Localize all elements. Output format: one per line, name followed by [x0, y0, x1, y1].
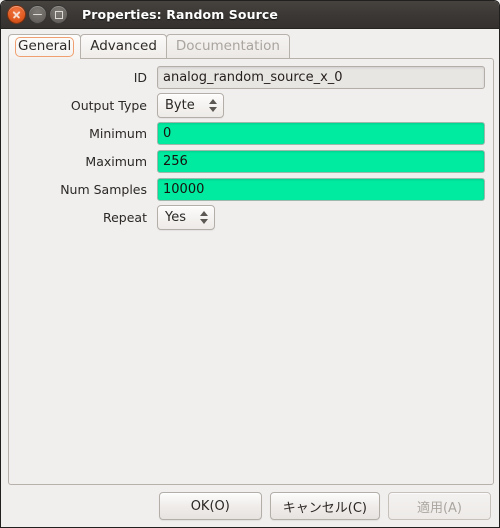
form-row-id: ID analog_random_source_x_0 — [9, 63, 493, 91]
tab-documentation: Documentation — [165, 34, 290, 59]
close-icon[interactable] — [7, 5, 26, 24]
label-maximum: Maximum — [85, 153, 147, 169]
apply-button: 適用(A) — [388, 492, 491, 520]
field-wrap-minimum: 0 — [157, 121, 493, 145]
arrow-down-icon[interactable] — [208, 106, 217, 112]
properties-dialog-window: Properties: Random Source General Advanc… — [0, 0, 500, 528]
tab-advanced[interactable]: Advanced — [80, 34, 167, 59]
form-row-maximum: Maximum 256 — [9, 147, 493, 175]
label-minimum: Minimum — [89, 125, 147, 141]
arrow-up-icon[interactable] — [200, 210, 208, 216]
label-id: ID — [133, 69, 147, 85]
label-num-samples: Num Samples — [60, 181, 147, 197]
maximum-input[interactable]: 256 — [157, 149, 485, 173]
output-type-spinbox[interactable]: Byte — [157, 92, 224, 118]
form-row-output-type: Output Type Byte — [9, 91, 493, 119]
window-controls — [7, 5, 68, 24]
arrow-down-icon[interactable] — [200, 218, 208, 224]
arrow-up-icon[interactable] — [208, 98, 217, 104]
repeat-value: Yes — [165, 209, 186, 225]
title-bar: Properties: Random Source — [1, 1, 499, 29]
tab-advanced-label: Advanced — [90, 38, 157, 55]
label-output-type: Output Type — [70, 97, 147, 113]
tab-general-label: General — [14, 37, 75, 57]
form-row-repeat: Repeat Yes — [9, 203, 493, 231]
tab-documentation-label: Documentation — [175, 38, 280, 55]
cancel-button[interactable]: キャンセル(C) — [269, 492, 380, 520]
form-row-minimum: Minimum 0 — [9, 119, 493, 147]
minimize-icon[interactable] — [28, 5, 47, 24]
label-repeat: Repeat — [102, 209, 147, 225]
window-title: Properties: Random Source — [82, 7, 278, 22]
field-wrap-maximum: 256 — [157, 149, 493, 173]
id-input[interactable]: analog_random_source_x_0 — [157, 65, 485, 89]
spinner-arrows-icon[interactable] — [208, 98, 219, 112]
num-samples-input[interactable]: 10000 — [157, 177, 485, 201]
tab-general[interactable]: General — [8, 34, 82, 59]
minimum-input[interactable]: 0 — [157, 121, 485, 145]
output-type-value: Byte — [165, 97, 195, 113]
dialog-action-bar: OK(O) キャンセル(C) 適用(A) — [1, 492, 499, 527]
field-wrap-num-samples: 10000 — [157, 177, 493, 201]
properties-form: ID analog_random_source_x_0 Output Type … — [9, 63, 493, 231]
spinner-arrows-icon[interactable] — [200, 210, 210, 224]
form-row-num-samples: Num Samples 10000 — [9, 175, 493, 203]
field-wrap-repeat: Yes — [157, 204, 493, 230]
general-tab-panel: ID analog_random_source_x_0 Output Type … — [8, 58, 494, 485]
ok-button[interactable]: OK(O) — [158, 492, 262, 520]
repeat-spinbox[interactable]: Yes — [157, 204, 215, 230]
tab-bar: General Advanced Documentation — [1, 29, 499, 59]
field-wrap-output-type: Byte — [157, 92, 493, 118]
field-wrap-id: analog_random_source_x_0 — [157, 65, 493, 89]
maximize-icon[interactable] — [49, 5, 68, 24]
